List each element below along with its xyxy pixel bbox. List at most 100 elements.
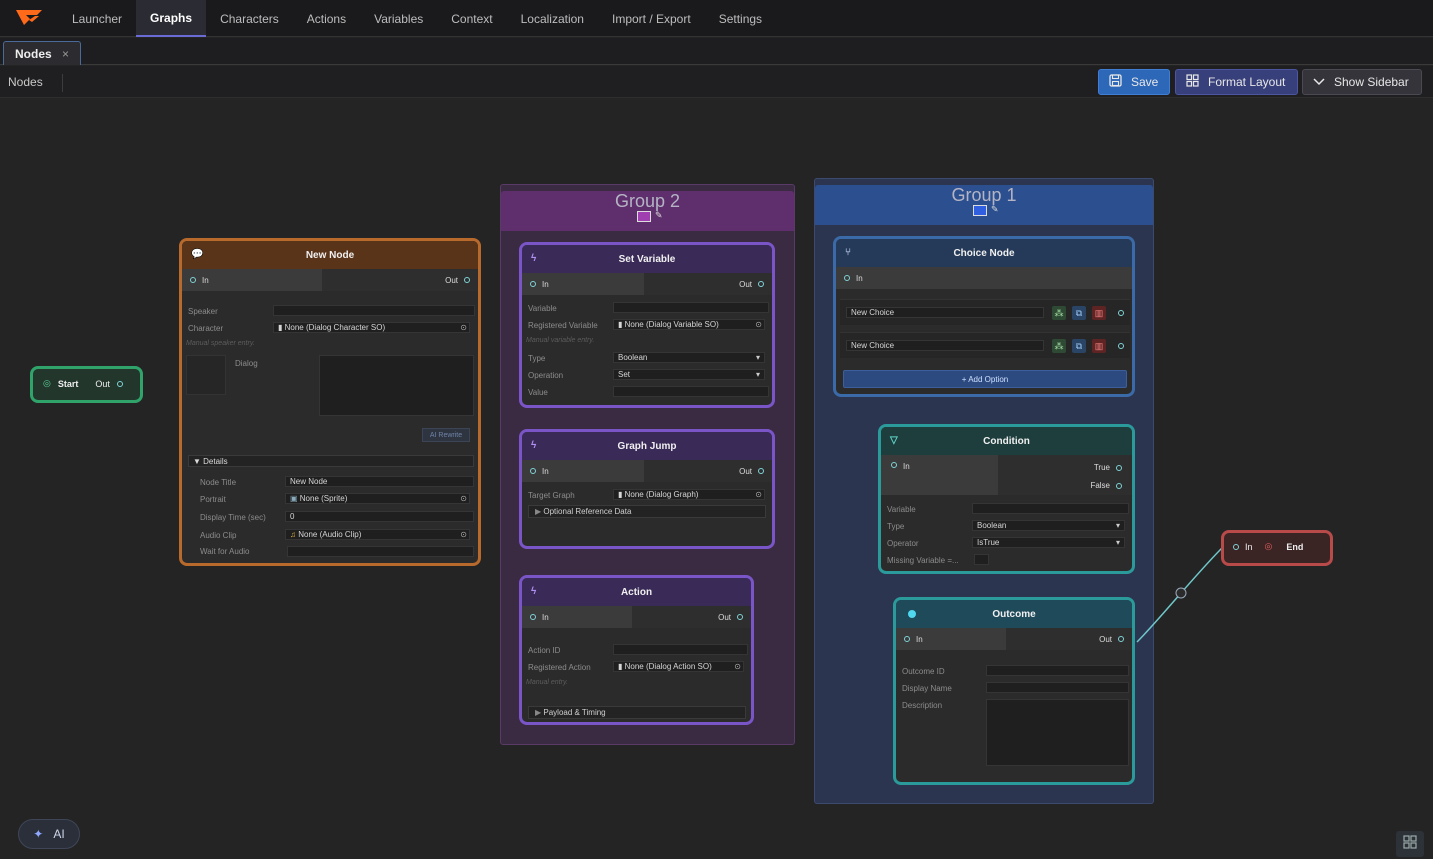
description-textarea[interactable]	[986, 699, 1129, 766]
wait-audio-checkbox[interactable]	[287, 546, 474, 557]
duplicate-icon[interactable]: ⧉	[1072, 339, 1086, 353]
registered-variable-field[interactable]: ▮ None (Dialog Variable SO) ⊙	[613, 319, 765, 330]
in-port[interactable]	[1233, 543, 1239, 550]
choice-text-input[interactable]: New Choice	[846, 307, 1044, 318]
out-port[interactable]	[758, 468, 764, 474]
nav-item-characters[interactable]: Characters	[206, 0, 293, 37]
filter-icon: ▽	[890, 435, 898, 446]
show-sidebar-button[interactable]: Show Sidebar	[1302, 69, 1422, 95]
missing-variable-checkbox[interactable]	[974, 554, 989, 565]
variable-input[interactable]	[972, 503, 1129, 514]
object-picker-icon[interactable]: ⊙	[460, 494, 467, 503]
nav-item-localization[interactable]: Localization	[507, 0, 598, 37]
object-picker-icon[interactable]: ⊙	[460, 323, 467, 332]
details-foldout[interactable]: ▼ Details	[188, 455, 474, 467]
graph-canvas[interactable]: Group 2 ✎ Group 1 ✎ ◎ Start Out In ◎ End	[0, 99, 1433, 859]
node-header[interactable]: ϟ Action	[522, 578, 751, 606]
node-ports: In Out	[182, 269, 478, 291]
node-header[interactable]: ϟ Set Variable	[522, 245, 772, 273]
format-layout-button[interactable]: Format Layout	[1175, 69, 1298, 95]
speaker-input[interactable]	[273, 305, 475, 316]
in-port[interactable]	[530, 468, 536, 474]
optional-reference-foldout[interactable]: ▶ Optional Reference Data	[528, 505, 766, 518]
nav-item-launcher[interactable]: Launcher	[58, 0, 136, 37]
dialog-node[interactable]: 💬 New Node In Out Speaker Character ▮ No…	[179, 238, 481, 566]
in-port[interactable]	[904, 636, 910, 642]
false-port[interactable]	[1116, 482, 1122, 489]
nav-item-settings[interactable]: Settings	[705, 0, 776, 37]
close-icon[interactable]: ×	[62, 47, 69, 61]
out-port-label: Out	[739, 279, 752, 289]
node-header[interactable]: ϟ Graph Jump	[522, 432, 772, 460]
dialog-textarea[interactable]	[319, 355, 474, 416]
variable-input[interactable]	[613, 302, 769, 313]
node-header[interactable]: ⑂ Choice Node	[836, 239, 1132, 267]
object-picker-icon[interactable]: ⊙	[460, 530, 467, 539]
character-object-field[interactable]: ▮ None (Dialog Character SO) ⊙	[273, 322, 470, 333]
in-port[interactable]	[530, 281, 536, 287]
start-node[interactable]: ◎ Start Out	[30, 366, 143, 403]
out-port[interactable]	[116, 380, 123, 387]
out-port[interactable]	[1118, 636, 1124, 642]
tab-nodes[interactable]: Nodes ×	[3, 41, 81, 65]
in-port[interactable]	[844, 275, 850, 281]
choice-out-port[interactable]	[1118, 310, 1124, 316]
portrait-object-field[interactable]: ▣ None (Sprite) ⊙	[285, 493, 470, 504]
end-node[interactable]: In ◎ End	[1221, 530, 1333, 566]
choice-node[interactable]: ⑂ Choice Node In New Choice ⁂ ⧉ ▥ New Choice…	[833, 236, 1135, 397]
registered-action-field[interactable]: ▮ None (Dialog Action SO) ⊙	[613, 661, 744, 672]
nav-item-variables[interactable]: Variables	[360, 0, 437, 37]
add-option-button[interactable]: + Add Option	[843, 370, 1127, 388]
object-picker-icon[interactable]: ⊙	[755, 320, 762, 329]
payload-timing-foldout[interactable]: ▶ Payload & Timing	[528, 706, 746, 719]
type-label: Type	[887, 522, 905, 531]
set-variable-node[interactable]: ϟ Set Variable In Out Variable Registere…	[519, 242, 775, 408]
type-dropdown[interactable]: Boolean	[972, 520, 1125, 531]
nav-item-actions[interactable]: Actions	[293, 0, 360, 37]
duplicate-icon[interactable]: ⧉	[1072, 306, 1086, 320]
out-port[interactable]	[758, 281, 764, 287]
ai-assistant-button[interactable]: ✦ AI	[18, 819, 80, 849]
audio-clip-object-field[interactable]: ♫ None (Audio Clip) ⊙	[285, 529, 470, 540]
operator-dropdown[interactable]: IsTrue	[972, 537, 1125, 548]
graph-jump-node[interactable]: ϟ Graph Jump In Out Target Graph ▮ None …	[519, 429, 775, 549]
outcome-id-input[interactable]	[986, 665, 1129, 676]
trash-icon[interactable]: ▥	[1092, 339, 1106, 353]
object-picker-icon[interactable]: ⊙	[755, 490, 762, 499]
action-id-input[interactable]	[613, 644, 748, 655]
display-name-input[interactable]	[986, 682, 1129, 693]
target-graph-field[interactable]: ▮ None (Dialog Graph) ⊙	[613, 489, 765, 500]
in-port[interactable]	[891, 462, 897, 468]
display-time-input[interactable]: 0	[285, 511, 474, 522]
nav-item-import-export[interactable]: Import / Export	[598, 0, 705, 37]
operation-dropdown[interactable]: Set	[613, 369, 765, 380]
object-picker-icon[interactable]: ⊙	[734, 662, 741, 671]
trash-icon[interactable]: ▥	[1092, 306, 1106, 320]
save-button[interactable]: Save	[1098, 69, 1170, 95]
out-port[interactable]	[737, 614, 743, 620]
node-header[interactable]: ▽ Condition	[881, 427, 1132, 455]
action-hint: Manual entry.	[526, 679, 568, 686]
node-header[interactable]: Outcome	[896, 600, 1132, 628]
in-port[interactable]	[530, 614, 536, 620]
out-port[interactable]	[464, 277, 470, 283]
true-port[interactable]	[1116, 464, 1122, 471]
app-logo-icon[interactable]	[0, 0, 58, 36]
nav-item-graphs[interactable]: Graphs	[136, 0, 207, 37]
nav-item-context[interactable]: Context	[437, 0, 506, 37]
value-input[interactable]	[613, 386, 769, 397]
outcome-node[interactable]: Outcome In Out Outcome ID Display Name D…	[893, 597, 1135, 785]
choice-text-input[interactable]: New Choice	[846, 340, 1044, 351]
magic-wand-icon[interactable]: ⁂	[1052, 339, 1066, 353]
type-dropdown[interactable]: Boolean	[613, 352, 765, 363]
action-node[interactable]: ϟ Action In Out Action ID Registered Act…	[519, 575, 754, 725]
node-header[interactable]: 💬 New Node	[182, 241, 478, 269]
in-port[interactable]	[190, 277, 196, 283]
node-title-input[interactable]: New Node	[285, 476, 474, 487]
minimap-toggle-button[interactable]	[1396, 831, 1424, 857]
ai-rewrite-button[interactable]: AI Rewrite	[422, 428, 470, 442]
registered-action-label: Registered Action	[528, 663, 591, 672]
choice-out-port[interactable]	[1118, 343, 1124, 349]
condition-node[interactable]: ▽ Condition In True False Variable Type …	[878, 424, 1135, 574]
magic-wand-icon[interactable]: ⁂	[1052, 306, 1066, 320]
